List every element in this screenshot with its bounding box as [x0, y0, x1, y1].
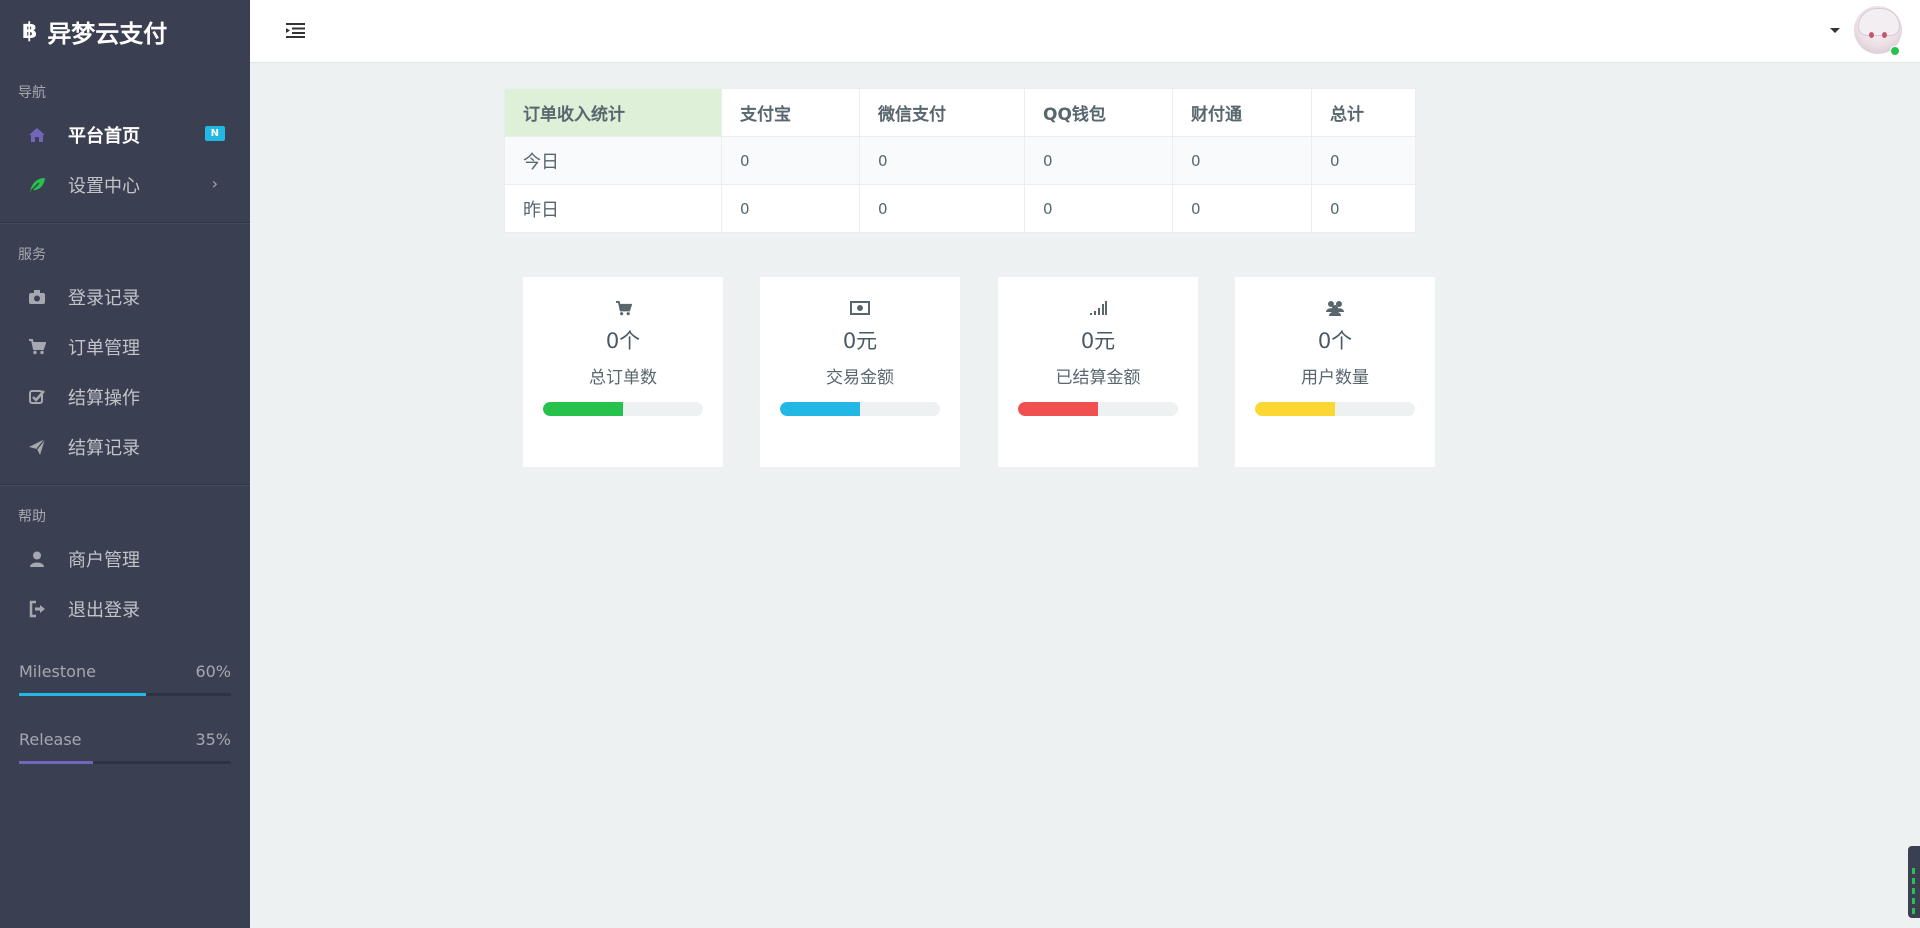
sidebar-item-label: 退出登录 — [68, 600, 140, 621]
signal-icon — [998, 299, 1198, 317]
money-icon — [760, 299, 960, 317]
stat-card-orders: 0个 总订单数 — [523, 277, 723, 467]
stat-card-settled: 0元 已结算金额 — [998, 277, 1198, 467]
sidebar-item-label: 订单管理 — [68, 338, 140, 359]
stat-label: 已结算金额 — [1055, 368, 1141, 388]
brand[interactable]: ฿ 异梦云支付 — [0, 0, 250, 62]
users-icon — [1235, 299, 1435, 317]
sidebar-item-settle-log[interactable]: 结算记录 — [0, 422, 250, 472]
progress-fill — [19, 761, 94, 764]
sidebar-item-merchant[interactable]: 商户管理 — [0, 534, 250, 584]
check-square-icon — [26, 388, 48, 406]
stat-card-users: 0个 用户数量 — [1235, 277, 1435, 467]
table-cell: 昨日 — [504, 184, 722, 233]
paper-plane-icon — [26, 438, 48, 456]
milestone-progress: Milestone 60% — [0, 662, 250, 696]
scroll-indicator[interactable] — [1908, 846, 1920, 918]
sidebar-item-orders[interactable]: 订单管理 — [0, 322, 250, 372]
sidebar-item-label: 商户管理 — [68, 550, 140, 571]
stat-value: 0元 — [842, 329, 878, 353]
column-header: QQ钱包 — [1024, 88, 1173, 137]
stat-value: 0元 — [1080, 329, 1116, 353]
table-header-row: 订单收入统计 支付宝 微信支付 QQ钱包 财付通 总计 — [504, 88, 1416, 137]
stat-progress-bar — [1018, 402, 1178, 416]
table-cell: 0 — [721, 184, 860, 233]
stat-label: 用户数量 — [1301, 368, 1369, 388]
sidebar: ฿ 异梦云支付 导航 平台首页 N 设置中心 › 服务 登录记录 订单管理 结算… — [0, 0, 250, 928]
user-dropdown-caret-icon[interactable] — [1830, 28, 1840, 33]
stat-progress-bar — [1255, 402, 1415, 416]
table-cell: 0 — [859, 136, 1025, 185]
table-row: 昨日 0 0 0 0 0 — [504, 184, 1416, 233]
table-cell: 今日 — [504, 136, 722, 185]
progress-fill — [19, 693, 147, 696]
stat-value: 0个 — [1317, 329, 1353, 353]
camera-icon — [26, 289, 48, 305]
home-icon — [26, 126, 48, 144]
column-header: 财付通 — [1172, 88, 1312, 137]
sidebar-item-logout[interactable]: 退出登录 — [0, 584, 250, 634]
progress-value: 35% — [195, 730, 231, 749]
table-cell: 0 — [1311, 136, 1416, 185]
menu-toggle-icon[interactable] — [286, 22, 306, 42]
column-header: 微信支付 — [859, 88, 1025, 137]
table-cell: 0 — [1172, 136, 1312, 185]
table-cell: 0 — [1024, 184, 1173, 233]
cart-icon — [26, 339, 48, 355]
user-icon — [26, 550, 48, 568]
release-progress: Release 35% — [0, 730, 250, 764]
stat-label: 交易金额 — [826, 368, 894, 388]
bitcoin-logo-icon: ฿ — [22, 18, 38, 44]
table-row: 今日 0 0 0 0 0 — [504, 136, 1416, 185]
sidebar-item-home[interactable]: 平台首页 N — [0, 110, 250, 160]
sign-out-icon — [26, 600, 48, 618]
stat-label: 总订单数 — [589, 368, 657, 388]
online-status-indicator — [1890, 46, 1900, 56]
leaf-icon — [26, 176, 48, 194]
progress-label: Release — [19, 730, 82, 749]
topbar — [250, 0, 1920, 63]
table-cell: 0 — [1024, 136, 1173, 185]
brand-title: 异梦云支付 — [47, 19, 168, 48]
service-section-header: 服务 — [18, 247, 46, 263]
sidebar-item-label: 结算记录 — [68, 438, 140, 459]
sidebar-item-label: 登录记录 — [68, 288, 140, 309]
column-header: 支付宝 — [721, 88, 860, 137]
progress-label: Milestone — [19, 662, 96, 681]
progress-track — [19, 693, 231, 696]
table-cell: 0 — [721, 136, 860, 185]
income-stats-table: 订单收入统计 支付宝 微信支付 QQ钱包 财付通 总计 今日 0 0 0 0 0… — [504, 88, 1416, 233]
stat-progress-bar — [780, 402, 940, 416]
table-cell: 0 — [859, 184, 1025, 233]
new-badge: N — [204, 126, 225, 141]
column-header: 总计 — [1311, 88, 1416, 137]
nav-section-header: 导航 — [18, 85, 46, 101]
table-cell: 0 — [1311, 184, 1416, 233]
chevron-right-icon: › — [211, 174, 218, 193]
sidebar-item-label: 设置中心 — [68, 176, 140, 197]
table-cell: 0 — [1172, 184, 1312, 233]
sidebar-item-login-log[interactable]: 登录记录 — [0, 272, 250, 322]
cart-icon — [523, 299, 723, 317]
column-header: 订单收入统计 — [504, 88, 722, 137]
stat-card-amount: 0元 交易金额 — [760, 277, 960, 467]
help-section-header: 帮助 — [18, 509, 46, 525]
progress-track — [19, 761, 231, 764]
sidebar-item-settle-op[interactable]: 结算操作 — [0, 372, 250, 422]
sidebar-item-settings[interactable]: 设置中心 › — [0, 160, 250, 210]
sidebar-item-label: 平台首页 — [68, 126, 140, 147]
stat-value: 0个 — [605, 329, 641, 353]
stat-progress-bar — [543, 402, 703, 416]
progress-value: 60% — [195, 662, 231, 681]
sidebar-item-label: 结算操作 — [68, 388, 140, 409]
